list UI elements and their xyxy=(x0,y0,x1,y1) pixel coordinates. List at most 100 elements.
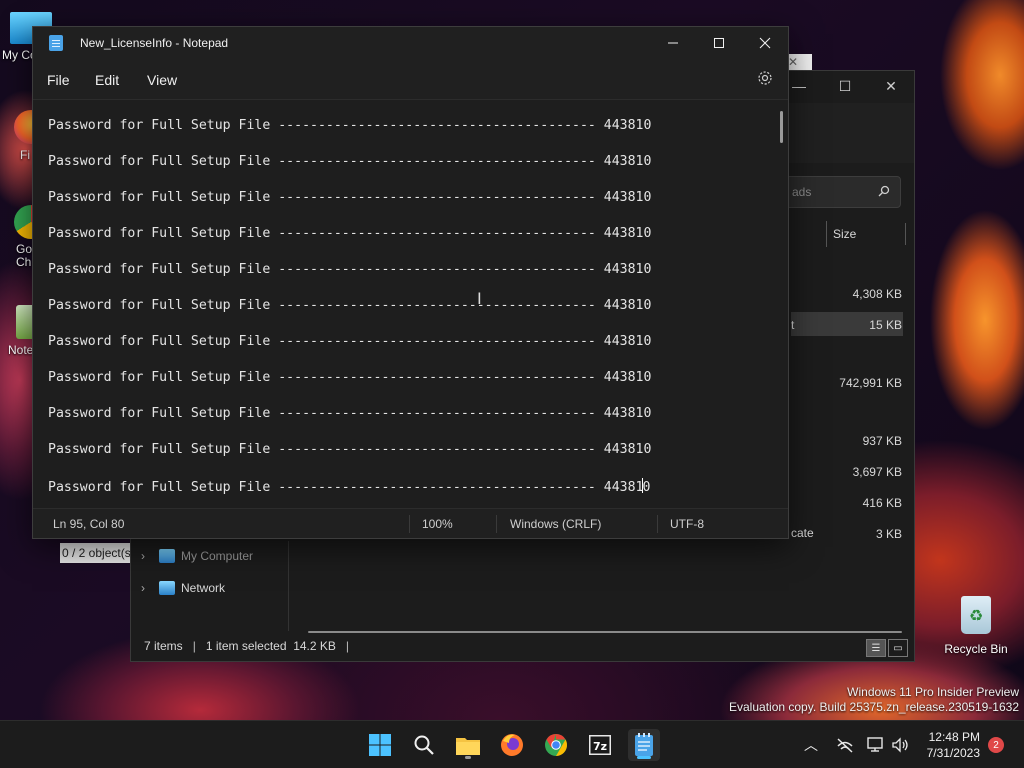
tray-volume[interactable] xyxy=(891,721,909,768)
start-button[interactable] xyxy=(364,729,396,761)
close-icon xyxy=(759,37,771,49)
chevron-right-icon[interactable]: › xyxy=(141,581,153,595)
file-size: 3,697 KB xyxy=(852,465,902,479)
text-line: Password for Full Setup File -----------… xyxy=(48,154,651,174)
text-line-current: Password for Full Setup File -----------… xyxy=(48,478,650,498)
line-prefix: Password for Full Setup File -----------… xyxy=(48,118,604,133)
taskbar-clock[interactable]: 12:48 PM 7/31/2023 xyxy=(927,729,980,761)
desktop-icon-recycle-bin[interactable]: ♻ Recycle Bin xyxy=(940,596,1012,656)
file-size: 416 KB xyxy=(862,496,902,510)
vertical-scrollbar[interactable] xyxy=(780,111,783,143)
chevron-right-icon[interactable]: › xyxy=(141,549,153,563)
line-value: 443810 xyxy=(603,442,652,457)
view-toggle: ☰ ▭ xyxy=(866,639,908,657)
encoding[interactable]: UTF-8 xyxy=(670,517,704,531)
clock-time: 12:48 PM xyxy=(928,730,980,744)
text-line: Password for Full Setup File -----------… xyxy=(48,118,651,138)
search-icon xyxy=(414,735,434,755)
firefox-icon xyxy=(501,734,523,756)
explorer-window-controls: — ☐ ✕ xyxy=(776,71,914,101)
nav-item-network[interactable]: › Network xyxy=(141,581,225,595)
network-offline-icon xyxy=(837,738,853,753)
taskbar-file-explorer[interactable] xyxy=(452,729,484,761)
search-icon xyxy=(878,185,890,200)
file-size: 742,991 KB xyxy=(839,376,902,390)
watermark-line: Windows 11 Pro Insider Preview xyxy=(847,685,1019,699)
chrome-icon xyxy=(545,734,567,756)
tray-ethernet[interactable] xyxy=(867,721,885,768)
show-hidden-icons-button[interactable]: ︿ xyxy=(804,721,818,768)
column-header-size[interactable]: Size xyxy=(826,221,906,247)
line-value: 443810 xyxy=(603,298,652,313)
taskbar-7zip[interactable]: 7z xyxy=(584,729,616,761)
mouse-ibeam-cursor-icon: I xyxy=(477,289,482,308)
close-button[interactable] xyxy=(742,27,788,59)
minimize-icon xyxy=(668,42,678,44)
text-editor-area[interactable]: Password for Full Setup File -----------… xyxy=(33,99,788,508)
notepad-window[interactable]: New_LicenseInfo - Notepad File Edit View… xyxy=(32,26,789,539)
file-name-fragment: t xyxy=(791,318,795,332)
taskbar-notepad[interactable] xyxy=(628,729,660,761)
file-size: 15 KB xyxy=(869,318,902,332)
line-prefix: Password for Full Setup File -----------… xyxy=(48,480,604,495)
chevron-up-icon: ︿ xyxy=(804,737,818,753)
line-prefix: Password for Full Setup File -----------… xyxy=(48,442,604,457)
line-prefix: Password for Full Setup File -----------… xyxy=(48,298,604,313)
nav-item-label: My Computer xyxy=(181,549,254,563)
details-view-icon[interactable]: ☰ xyxy=(866,639,886,657)
menu-edit[interactable]: Edit xyxy=(95,72,119,88)
maximize-button[interactable] xyxy=(696,27,742,59)
line-value: 443810 xyxy=(603,154,652,169)
network-icon xyxy=(159,581,175,595)
line-prefix: Password for Full Setup File -----------… xyxy=(48,262,604,277)
text-line: Password for Full Setup File -----------… xyxy=(48,406,651,426)
file-size: 4,308 KB xyxy=(852,287,902,301)
selection-info: 1 item selected 14.2 KB xyxy=(205,639,336,653)
line-value-after-caret: 0 xyxy=(642,480,651,495)
line-value-before-caret: 44381 xyxy=(603,480,644,495)
windows-logo-icon xyxy=(369,734,391,756)
taskbar-chrome[interactable] xyxy=(540,729,572,761)
explorer-status-bar: 7 items | 1 item selected 14.2 KB | xyxy=(144,639,350,653)
desktop-icon-label: Recycle Bin xyxy=(944,642,1008,656)
taskbar: 7z ︿ 12:48 PM 7/31/2023 2 xyxy=(0,720,1024,768)
taskbar-firefox[interactable] xyxy=(496,729,528,761)
menu-view[interactable]: View xyxy=(147,72,177,88)
menu-file[interactable]: File xyxy=(47,72,70,88)
text-line: Password for Full Setup File -----------… xyxy=(48,190,651,210)
line-value: 443810 xyxy=(603,406,652,421)
window-controls xyxy=(650,27,788,59)
minimize-button[interactable] xyxy=(650,27,696,59)
tray-network-status[interactable] xyxy=(836,721,854,768)
watermark-line: Evaluation copy. Build 25375.zn_release.… xyxy=(729,700,1019,714)
text-line: Password for Full Setup File -----------… xyxy=(48,442,651,462)
line-ending[interactable]: Windows (CRLF) xyxy=(510,517,601,531)
line-value: 443810 xyxy=(603,334,652,349)
nav-item-label: Network xyxy=(181,581,226,595)
close-icon: ✕ xyxy=(788,55,799,69)
taskbar-search-button[interactable] xyxy=(408,729,440,761)
notepad-icon xyxy=(635,733,653,756)
item-count: 7 items xyxy=(144,639,183,653)
settings-gear-icon[interactable] xyxy=(757,70,773,91)
line-prefix: Password for Full Setup File -----------… xyxy=(48,370,604,385)
line-value: 443810 xyxy=(603,226,652,241)
line-prefix: Password for Full Setup File -----------… xyxy=(48,226,604,241)
line-prefix: Password for Full Setup File -----------… xyxy=(48,334,604,349)
line-value: 443810 xyxy=(603,370,652,385)
svg-text:7z: 7z xyxy=(593,740,607,753)
explorer-search-input[interactable]: ads xyxy=(781,176,901,208)
notepad-title-bar[interactable]: New_LicenseInfo - Notepad xyxy=(33,27,788,59)
line-prefix: Password for Full Setup File -----------… xyxy=(48,190,604,205)
close-icon[interactable]: ✕ xyxy=(868,71,914,101)
maximize-icon[interactable]: ☐ xyxy=(822,71,868,101)
clock-date: 7/31/2023 xyxy=(926,746,980,760)
menu-bar: File Edit View xyxy=(33,59,788,99)
tiles-view-icon[interactable]: ▭ xyxy=(888,639,908,657)
maximize-icon xyxy=(714,38,724,48)
notification-badge[interactable]: 2 xyxy=(988,737,1004,753)
zoom-level[interactable]: 100% xyxy=(422,517,453,531)
line-value: 443810 xyxy=(603,118,652,133)
text-line: Password for Full Setup File -----------… xyxy=(48,226,651,246)
nav-item-my-computer[interactable]: › My Computer xyxy=(141,549,253,563)
